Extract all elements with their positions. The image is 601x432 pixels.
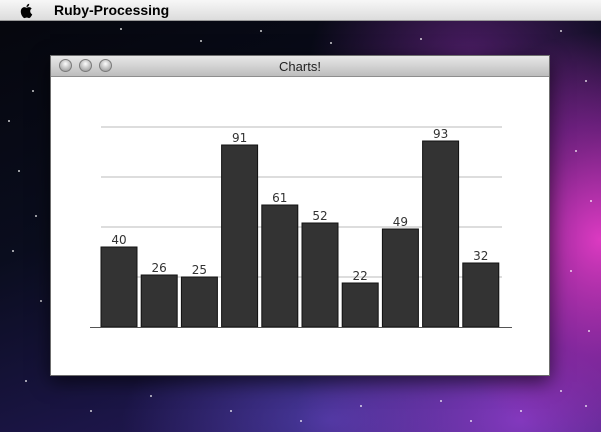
bar-value-label: 52 <box>312 209 327 223</box>
menu-bar: Ruby-Processing <box>0 0 601 21</box>
bar-value-label: 22 <box>353 269 368 283</box>
bar-10 <box>462 262 500 328</box>
app-menu-title[interactable]: Ruby-Processing <box>54 2 169 18</box>
star <box>230 410 232 412</box>
star <box>585 80 587 82</box>
bar-1 <box>100 246 138 328</box>
bar-value-label: 91 <box>232 131 247 145</box>
star <box>520 410 522 412</box>
star <box>588 330 590 332</box>
star <box>200 40 202 42</box>
star <box>25 380 27 382</box>
star <box>32 90 34 92</box>
window-titlebar[interactable]: Charts! <box>51 56 549 77</box>
bar-value-label: 49 <box>393 215 408 229</box>
window-title: Charts! <box>279 59 321 74</box>
star <box>40 300 42 302</box>
star <box>12 250 14 252</box>
bar-value-label: 32 <box>473 249 488 263</box>
bar-6 <box>301 222 339 328</box>
bar-2 <box>140 274 178 328</box>
bar-8 <box>381 228 419 328</box>
star <box>18 170 20 172</box>
star <box>590 200 592 202</box>
bar-9 <box>422 140 460 328</box>
bar-7 <box>341 282 379 328</box>
bar-3 <box>180 276 218 328</box>
star <box>330 42 332 44</box>
bar-value-label: 26 <box>152 261 167 275</box>
bar-5 <box>261 204 299 328</box>
star <box>440 400 442 402</box>
star <box>560 390 562 392</box>
star <box>585 405 587 407</box>
bar-value-label: 40 <box>111 233 126 247</box>
star <box>300 420 302 422</box>
star <box>8 120 10 122</box>
star <box>470 420 472 422</box>
star <box>570 270 572 272</box>
bar-chart: 40 26 25 91 61 52 22 49 93 32 <box>90 126 512 328</box>
chart-area: 40 26 25 91 61 52 22 49 93 32 <box>51 77 549 375</box>
bar-value-label: 61 <box>272 191 287 205</box>
star <box>560 30 562 32</box>
charts-window: Charts! 40 26 25 91 61 52 22 49 93 32 <box>50 55 550 376</box>
apple-icon[interactable] <box>19 2 35 19</box>
bar-4 <box>221 144 259 328</box>
star <box>150 395 152 397</box>
star <box>120 28 122 30</box>
star <box>260 30 262 32</box>
star <box>575 150 577 152</box>
star <box>360 405 362 407</box>
bar-value-label: 93 <box>433 127 448 141</box>
star <box>35 215 37 217</box>
bar-value-label: 25 <box>192 263 207 277</box>
star <box>420 38 422 40</box>
star <box>90 410 92 412</box>
